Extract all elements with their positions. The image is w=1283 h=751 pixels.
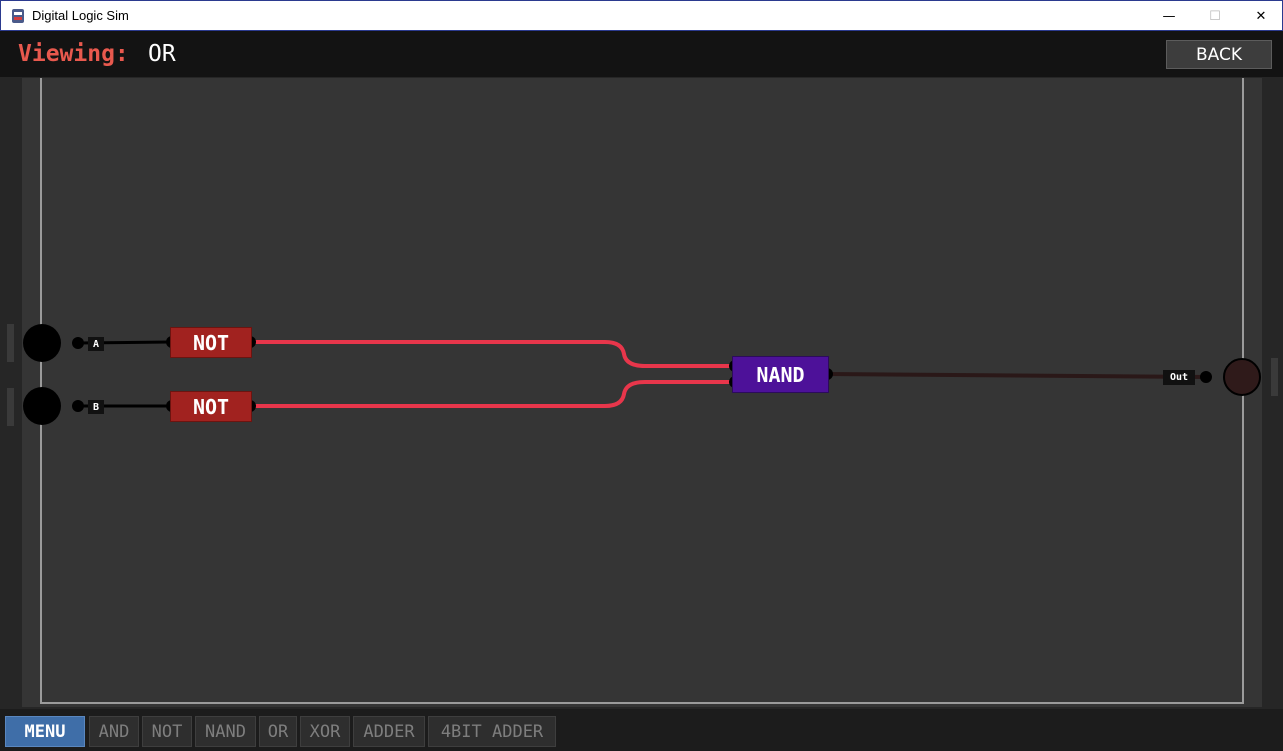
input-switch-b[interactable] (23, 387, 61, 425)
menu-button[interactable]: MENU (5, 716, 85, 747)
input-label-b: B (88, 400, 104, 414)
wire-nand-to-out (826, 372, 1207, 379)
nand-gate[interactable]: NAND (732, 356, 829, 393)
input-pin-b[interactable] (72, 400, 84, 412)
wire-not-b-to-nand (250, 380, 735, 408)
output-label: Out (1163, 370, 1195, 385)
input-switch-a[interactable] (23, 324, 61, 362)
chip-tab-nand[interactable]: NAND (195, 716, 256, 747)
chip-tab-xor[interactable]: XOR (300, 716, 350, 747)
chip-tab-or[interactable]: OR (259, 716, 297, 747)
input-label-a: A (88, 337, 104, 351)
output-indicator (1223, 358, 1261, 396)
chip-tab-adder[interactable]: ADDER (353, 716, 425, 747)
not-gate-b[interactable]: NOT (170, 391, 252, 422)
not-gate-a[interactable]: NOT (170, 327, 252, 358)
chip-tab-not[interactable]: NOT (142, 716, 192, 747)
wire-not-a-to-nand (250, 340, 735, 368)
chip-tab-4bit-adder[interactable]: 4BIT ADDER (428, 716, 556, 747)
input-pin-a[interactable] (72, 337, 84, 349)
chip-tab-and[interactable]: AND (89, 716, 139, 747)
output-pin[interactable] (1200, 371, 1212, 383)
chip-toolbar (0, 709, 1283, 751)
circuit-diagram (23, 324, 1261, 425)
